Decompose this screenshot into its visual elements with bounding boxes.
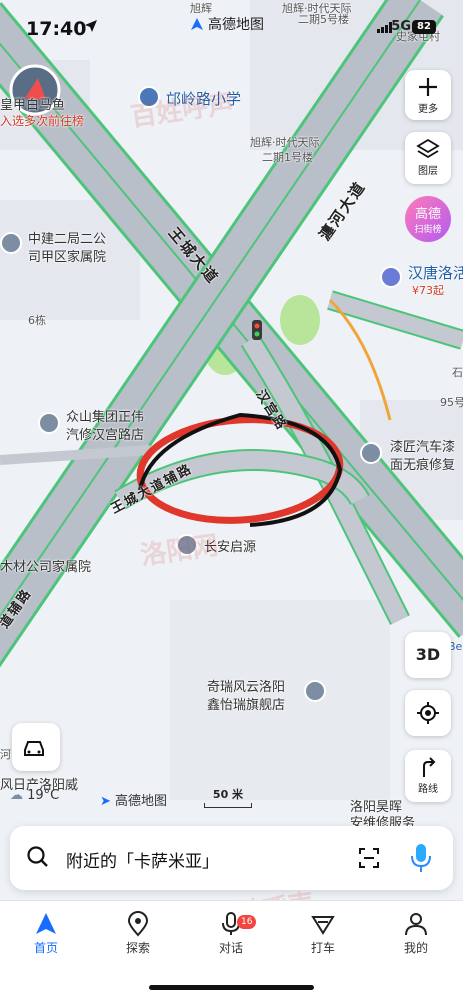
tab-bar: 首页 探索 16 对话 打车 我的 [0, 900, 463, 1000]
tab-explore[interactable]: 探索 [108, 911, 168, 956]
tab-taxi[interactable]: 打车 [293, 911, 353, 956]
car-repair-icon[interactable] [360, 442, 382, 464]
layers-button[interactable]: 图层 [405, 132, 451, 184]
map-label[interactable]: 司甲区家属院 [28, 246, 106, 265]
price-label: ¥73起 [412, 284, 444, 297]
car-mode-button[interactable] [12, 723, 60, 771]
3d-button[interactable]: 3D [405, 632, 451, 678]
map-label[interactable]: 众山集团正伟 [66, 406, 144, 425]
car-repair-icon[interactable] [38, 412, 60, 434]
tab-home[interactable]: 首页 [16, 911, 76, 956]
map-label: 二期1号楼 [262, 151, 313, 164]
tab-label: 探索 [125, 941, 150, 955]
weather: ☁ 19°C [10, 788, 59, 803]
voice-icon[interactable] [409, 842, 433, 874]
home-arrow-icon [36, 913, 56, 934]
route-button[interactable]: 路线 [405, 750, 451, 802]
user-icon [405, 913, 427, 936]
route-icon [423, 757, 436, 777]
layers-icon [416, 138, 440, 159]
map-label[interactable]: 面无痕修复 [390, 454, 455, 473]
tab-label: 打车 [310, 941, 335, 955]
more-label: 更多 [418, 104, 438, 115]
map-label: 95号 [440, 396, 463, 409]
scale-bar: 50 米 [204, 786, 252, 808]
car-dealer-icon[interactable] [304, 680, 326, 702]
map-label: 旭辉 [190, 2, 212, 15]
map-label[interactable]: 奇瑞风云洛阳 [207, 676, 285, 695]
gaode-logo-icon: ➤ [100, 794, 111, 809]
gaode-rank-button[interactable]: 高德 扫街榜 [405, 196, 451, 242]
map-brand: ➤ 高德地图 [100, 790, 167, 809]
search-icon [27, 846, 48, 867]
map-label[interactable]: 漆匠汽车漆 [390, 436, 455, 455]
taxi-icon [311, 916, 335, 935]
weather-temp: 19°C [27, 788, 60, 803]
home-indicator [149, 985, 314, 990]
cloud-icon: ☁ [10, 788, 23, 803]
layers-label: 图层 [418, 166, 438, 177]
tab-label: 对话 [218, 941, 243, 955]
gaode-rank-label-1: 高德 [414, 207, 441, 222]
map-label[interactable]: 长安启源 [204, 536, 256, 555]
scan-icon[interactable] [357, 846, 381, 870]
hotel-icon[interactable] [380, 266, 402, 288]
map-label-hantang[interactable]: 汉唐洛活 [408, 262, 463, 283]
map-label-school[interactable]: 邙岭路小学 [166, 88, 241, 109]
map-label: 石 [452, 366, 463, 379]
map-label: 旭辉·时代天际 [250, 136, 320, 149]
search-bar[interactable]: 附近的「卡萨米亚」 [10, 826, 453, 890]
map-label: 二期5号楼 [298, 13, 349, 26]
map-label: 史家屯村 [396, 30, 440, 43]
map-label-huang[interactable]: 皇甲白马鱼 [0, 94, 65, 113]
more-button[interactable]: 更多 [405, 70, 451, 120]
tab-chat[interactable]: 16 对话 [201, 911, 261, 956]
residential-icon[interactable] [0, 232, 22, 254]
locate-button[interactable] [405, 690, 451, 736]
tab-label: 首页 [33, 941, 58, 955]
gaode-rank-label-2: 扫街榜 [414, 225, 442, 235]
plus-icon [419, 78, 437, 96]
map-label: 6栋 [28, 314, 46, 327]
green-patch [280, 295, 320, 345]
traffic-light-icon [252, 320, 262, 340]
chat-badge: 16 [237, 915, 257, 929]
brand-text: 高德地图 [115, 794, 168, 809]
car-icon [24, 741, 44, 756]
pin-icon [127, 911, 149, 937]
scale-label: 50 米 [212, 788, 244, 801]
map-label[interactable]: 木材公司家属院 [0, 556, 91, 575]
map-label[interactable]: 汽修汉宫路店 [66, 424, 144, 443]
map-label: 河 [0, 748, 11, 761]
school-icon[interactable] [138, 86, 160, 108]
search-text: 附近的「卡萨米亚」 [66, 852, 219, 872]
tab-label: 我的 [403, 941, 428, 955]
tab-me[interactable]: 我的 [386, 911, 446, 956]
map-label-rank[interactable]: 入选多次前往榜 [0, 112, 84, 129]
map-label[interactable]: 鑫怡瑞旗舰店 [207, 694, 285, 713]
route-label: 路线 [418, 784, 438, 795]
map-label[interactable]: 中建二局二公 [28, 228, 106, 247]
crosshair-icon [417, 702, 439, 724]
car-dealer-icon[interactable] [176, 534, 198, 556]
